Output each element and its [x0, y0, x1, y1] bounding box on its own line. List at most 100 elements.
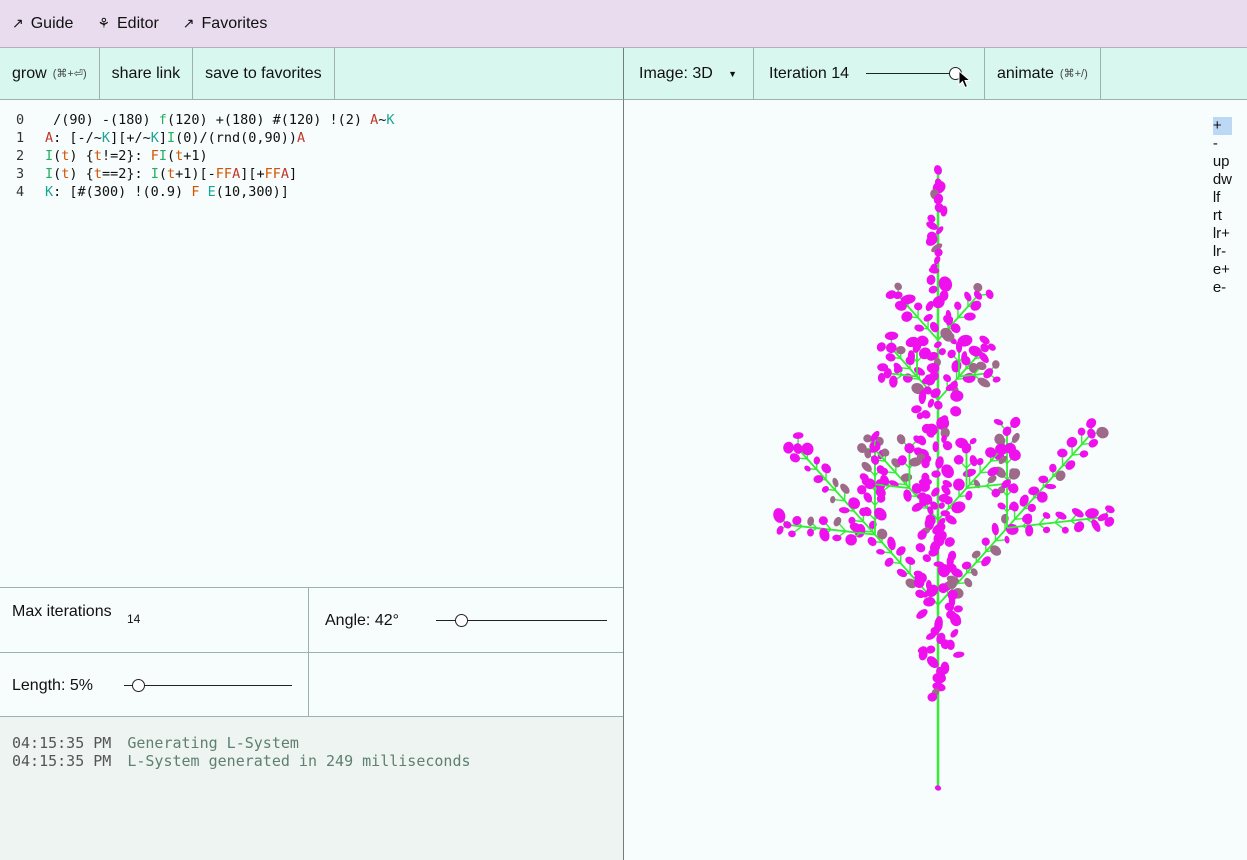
- length-label: Length: 5%: [12, 677, 93, 694]
- flower-blob: [876, 549, 885, 555]
- line-number: 4: [16, 184, 25, 200]
- flower-blob: [950, 390, 964, 402]
- view-control-4[interactable]: lf: [1213, 189, 1232, 207]
- code-token: ==2}:: [101, 166, 151, 182]
- flower-blob: [821, 485, 829, 493]
- flower-blob: [1038, 475, 1049, 484]
- code-token: ][+: [240, 166, 265, 182]
- flower-blob: [804, 465, 811, 472]
- nav-favorites-link[interactable]: ↗ Favorites: [183, 15, 268, 33]
- flower-blob: [953, 605, 963, 613]
- flower-blob: [985, 289, 994, 299]
- parameters-panel: Max iterations 14 Angle: 42° Length: 5%: [0, 587, 623, 718]
- flower-blob: [783, 441, 794, 454]
- flower-blob: [953, 651, 965, 658]
- view-control-2[interactable]: up: [1213, 153, 1232, 171]
- code-editor[interactable]: 0 /(90) -(180) f (120) +(180) #(120) !(2)…: [0, 100, 623, 587]
- code-token: I: [166, 130, 176, 146]
- code-token: ) {: [69, 148, 94, 164]
- nav-guide-label: Guide: [30, 14, 74, 32]
- console-timestamp: 04:15:35 PM: [12, 752, 112, 770]
- nav-editor-link[interactable]: ⚘ Editor: [97, 15, 158, 33]
- code-token: I: [45, 166, 54, 182]
- share-link-button[interactable]: share link: [100, 48, 194, 99]
- view-control-7[interactable]: lr-: [1213, 243, 1232, 261]
- leaf-blob: [830, 495, 836, 504]
- code-token: (10,300)]: [215, 184, 289, 200]
- length-slider[interactable]: [124, 679, 292, 693]
- flower-blob: [1049, 463, 1057, 473]
- code-token: (0)/(rnd(0,90)): [175, 130, 298, 146]
- code-token: t: [167, 166, 176, 182]
- console-timestamp: 04:15:35 PM: [12, 734, 112, 752]
- view-control-1[interactable]: -: [1213, 135, 1232, 153]
- save-to-favorites-button[interactable]: save to favorites: [193, 48, 335, 99]
- console-message: L-System generated in 249 milliseconds: [127, 752, 471, 770]
- code-token: ~: [378, 112, 387, 128]
- view-control-0[interactable]: +: [1212, 117, 1232, 135]
- view-control-5[interactable]: rt: [1213, 207, 1232, 225]
- divider: [308, 588, 309, 718]
- image-mode-select[interactable]: Image: 3D ▼: [624, 48, 754, 99]
- animate-shortcut: (⌘+/): [1059, 68, 1088, 80]
- console-message: Generating L-System: [127, 734, 299, 752]
- flower-blob: [916, 609, 928, 619]
- leaf-blob: [1096, 426, 1109, 439]
- view-control-3[interactable]: dw: [1213, 171, 1232, 189]
- code-line[interactable]: 4 K: [#(300) !(0.9) F E (10,300)]: [16, 183, 623, 201]
- animate-button[interactable]: animate (⌘+/): [985, 48, 1101, 99]
- code-token: t: [175, 148, 184, 164]
- view-control-6[interactable]: lr+: [1213, 225, 1232, 243]
- max-iterations-input[interactable]: 14: [127, 612, 140, 626]
- angle-slider[interactable]: [436, 614, 607, 628]
- code-token: K: [101, 130, 111, 146]
- leaf-blob: [1001, 513, 1009, 524]
- angle-label: Angle: 42°: [325, 612, 400, 629]
- grow-button[interactable]: grow (⌘+⏎): [0, 48, 100, 99]
- code-token: A: [297, 130, 306, 146]
- code-line[interactable]: 3 I(t) {t ==2}: I(t +1)[- FF A][+ FF A]: [16, 165, 623, 183]
- code-token: (120) +(180) #(120) !(2): [166, 112, 371, 128]
- iteration-slider[interactable]: [866, 66, 963, 81]
- code-token: F: [150, 148, 159, 164]
- code-token: !=2}:: [101, 148, 151, 164]
- nav-guide-link[interactable]: ↗ Guide: [12, 15, 73, 33]
- render-viewport[interactable]: + - up dw lf rt lr+ lr-e+ e-: [623, 100, 1247, 860]
- view-controls: + - up dw lf rt lr+ lr-e+ e-: [1212, 117, 1232, 297]
- code-line[interactable]: 1A: [-/~ K][+/~ K] I (0)/(rnd(0,90)) A: [16, 129, 623, 147]
- console-line: 04:15:35 PM L-System generated in 249 mil…: [12, 752, 623, 770]
- code-token: ][+/~: [110, 130, 151, 146]
- code-token: F: [191, 184, 200, 200]
- flower-blob: [914, 324, 925, 332]
- code-token: /(90) -(180): [45, 112, 159, 128]
- code-token: t: [93, 148, 102, 164]
- editor-toolbar: grow (⌘+⏎) share link save to favorites: [0, 48, 623, 100]
- flower-blob: [926, 274, 936, 285]
- view-control-8[interactable]: e+: [1213, 261, 1232, 279]
- code-line[interactable]: 2 I(t) {t !=2}: F I(t +1): [16, 147, 623, 165]
- external-link-icon: ↗: [182, 15, 195, 31]
- code-token: f: [158, 112, 167, 128]
- code-token: I: [45, 148, 54, 164]
- view-control-9[interactable]: e-: [1213, 279, 1232, 297]
- flower-blob: [991, 522, 999, 536]
- grow-label: grow: [12, 64, 47, 82]
- code-line[interactable]: 0 /(90) -(180) f (120) +(180) #(120) !(2)…: [16, 111, 623, 129]
- code-token: (: [167, 148, 176, 164]
- leaf-blob: [992, 360, 1000, 369]
- line-number: 0: [16, 112, 25, 128]
- flower-blob: [1079, 450, 1089, 458]
- slider-knob[interactable]: [454, 614, 468, 627]
- flower-blob: [889, 375, 898, 388]
- grow-shortcut: (⌘+⏎): [52, 68, 87, 80]
- code-token: A: [370, 112, 379, 128]
- flower-blob: [923, 597, 936, 607]
- console-line: 04:15:35 PM Generating L-System: [12, 734, 623, 752]
- slider-knob[interactable]: [131, 679, 145, 692]
- flower-blob: [934, 785, 942, 791]
- code-token: t: [61, 166, 70, 182]
- flower-blob: [951, 360, 962, 373]
- flower-blob: [876, 342, 886, 352]
- flower-blob: [954, 301, 962, 311]
- code-token: I: [150, 166, 159, 182]
